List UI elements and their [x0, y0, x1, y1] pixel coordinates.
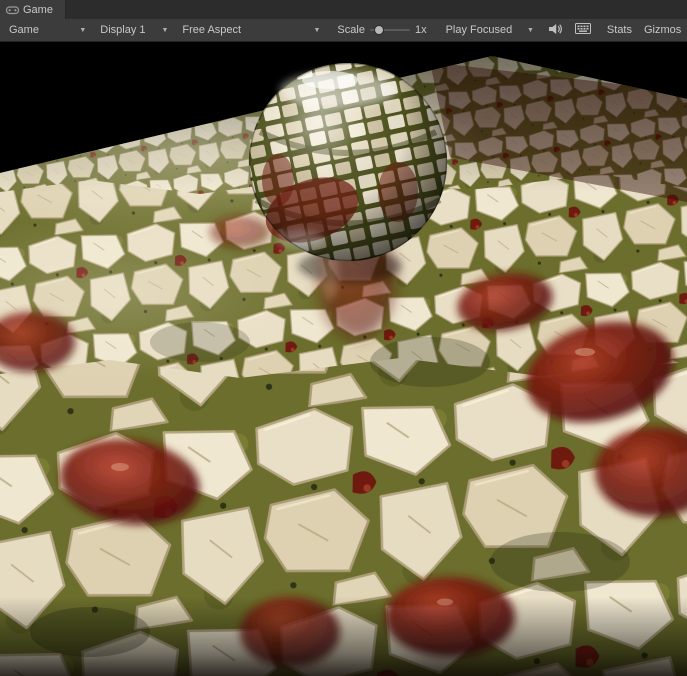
speaker-icon — [548, 23, 563, 38]
scale-value: 1x — [414, 24, 427, 36]
chevron-down-icon: ▼ — [79, 26, 87, 34]
game-view-toolbar: Game ▼ Display 1 ▼ Free Aspect ▼ Scale 1… — [0, 19, 687, 42]
rendered-scene — [0, 42, 687, 676]
game-mode-dropdown[interactable]: Game ▼ — [4, 19, 91, 41]
chevron-down-icon: ▼ — [161, 26, 169, 34]
game-viewport[interactable] — [0, 42, 687, 676]
game-mode-label: Game — [9, 24, 39, 36]
stats-label: Stats — [606, 24, 632, 36]
shortcuts-button[interactable] — [570, 19, 596, 41]
keyboard-grid-icon — [574, 23, 591, 37]
scale-slider-knob[interactable] — [373, 25, 384, 35]
unity-game-window: Game Game ▼ Display 1 ▼ Free Aspect ▼ Sc… — [0, 0, 687, 676]
play-focused-dropdown[interactable]: Play Focused ▼ — [441, 19, 539, 41]
chevron-down-icon: ▼ — [313, 26, 321, 34]
play-focused-label: Play Focused — [445, 24, 513, 36]
tab-bar: Game — [0, 0, 687, 19]
stats-button[interactable]: Stats — [602, 19, 637, 41]
display-label: Display 1 — [100, 24, 146, 36]
sphere-3d-object — [248, 62, 448, 262]
aspect-ratio-dropdown[interactable]: Free Aspect ▼ — [177, 19, 325, 41]
scale-label: Scale — [337, 24, 365, 36]
gizmos-label: Gizmos — [644, 24, 682, 36]
gizmos-dropdown[interactable]: Gizmos ▼ — [639, 19, 687, 41]
scale-control: Scale 1x — [337, 24, 426, 36]
mute-audio-button[interactable] — [543, 19, 568, 41]
scale-slider[interactable] — [369, 25, 410, 35]
tab-game[interactable]: Game — [0, 0, 66, 19]
tab-label: Game — [23, 3, 53, 16]
aspect-label: Free Aspect — [182, 24, 242, 36]
gamepad-icon — [5, 5, 20, 15]
display-dropdown[interactable]: Display 1 ▼ — [95, 19, 173, 41]
chevron-down-icon: ▼ — [526, 26, 534, 34]
